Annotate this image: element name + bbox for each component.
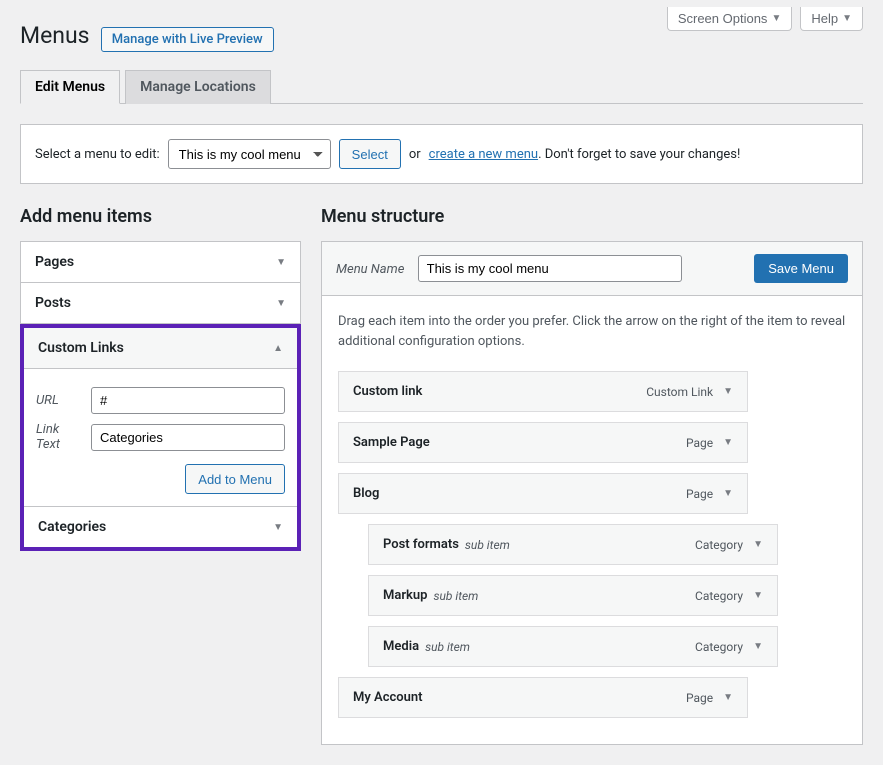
menu-name-label: Menu Name	[336, 262, 404, 277]
menu-item[interactable]: Blog Page ▼	[338, 473, 748, 514]
chevron-down-icon[interactable]: ▼	[753, 590, 763, 601]
screen-options-button[interactable]: Screen Options ▼	[667, 7, 793, 31]
tab-manage-locations[interactable]: Manage Locations	[125, 70, 271, 104]
accordion-posts[interactable]: Posts ▼	[20, 283, 301, 324]
menu-item-title: Markup	[383, 588, 427, 603]
menu-settings-header: Menu Name Save Menu	[321, 241, 863, 295]
add-to-menu-button[interactable]: Add to Menu	[185, 464, 285, 494]
help-label: Help	[811, 11, 838, 26]
url-input[interactable]	[91, 387, 285, 414]
chevron-down-icon: ▼	[842, 13, 852, 24]
accordion-categories[interactable]: Categories ▼	[24, 507, 297, 547]
accordion-pages-label: Pages	[35, 254, 74, 270]
screen-options-label: Screen Options	[678, 11, 768, 26]
menu-select[interactable]: This is my cool menu	[168, 139, 331, 169]
menu-item-sub-label: sub item	[425, 640, 470, 654]
menu-item-title: Blog	[353, 486, 379, 501]
tail-text: . Don't forget to save your changes!	[538, 147, 740, 162]
accordion-pages[interactable]: Pages ▼	[20, 241, 301, 283]
menu-item-type: Category	[695, 538, 743, 552]
url-label: URL	[36, 393, 81, 408]
save-menu-button[interactable]: Save Menu	[754, 254, 848, 283]
menu-item-type: Category	[695, 640, 743, 654]
menu-item-title: Post formats	[383, 537, 459, 552]
chevron-down-icon[interactable]: ▼	[723, 386, 733, 397]
menu-item-title: Sample Page	[353, 435, 430, 450]
chevron-down-icon[interactable]: ▼	[723, 488, 733, 499]
menu-item[interactable]: Media sub item Category ▼	[368, 626, 778, 667]
menu-item-type: Custom Link	[646, 385, 713, 399]
menu-structure-heading: Menu structure	[321, 206, 863, 227]
chevron-down-icon: ▼	[276, 257, 286, 268]
accordion-custom-links: Custom Links ▲ URL Link Text	[24, 328, 297, 507]
chevron-down-icon[interactable]: ▼	[723, 692, 733, 703]
menu-item-type: Page	[686, 487, 713, 501]
menu-item[interactable]: Markup sub item Category ▼	[368, 575, 778, 616]
chevron-down-icon[interactable]: ▼	[753, 641, 763, 652]
chevron-down-icon[interactable]: ▼	[753, 539, 763, 550]
link-text-input[interactable]	[91, 424, 285, 451]
menu-item[interactable]: Post formats sub item Category ▼	[368, 524, 778, 565]
accordion-categories-label: Categories	[38, 519, 106, 535]
menu-item-title: Custom link	[353, 384, 422, 399]
menu-item-title: My Account	[353, 690, 423, 705]
chevron-down-icon: ▼	[273, 522, 283, 533]
or-text: or	[409, 147, 421, 162]
add-menu-items-heading: Add menu items	[20, 206, 301, 227]
menu-name-input[interactable]	[418, 255, 682, 282]
help-text: Drag each item into the order you prefer…	[338, 312, 846, 351]
highlight-box: Custom Links ▲ URL Link Text	[20, 324, 301, 551]
chevron-down-icon[interactable]: ▼	[723, 437, 733, 448]
tab-edit-menus[interactable]: Edit Menus	[20, 70, 120, 104]
menu-item[interactable]: Custom link Custom Link ▼	[338, 371, 748, 412]
menu-item-type: Category	[695, 589, 743, 603]
help-button[interactable]: Help ▼	[800, 7, 863, 31]
chevron-down-icon: ▼	[276, 298, 286, 309]
menu-items-list: Custom linkCustom Link▼Sample PagePage▼B…	[338, 371, 846, 718]
menu-item-type: Page	[686, 436, 713, 450]
tabs: Edit Menus Manage Locations	[20, 70, 863, 104]
accordion-posts-label: Posts	[35, 295, 71, 311]
select-button[interactable]: Select	[339, 139, 401, 169]
menu-frame: Drag each item into the order you prefer…	[321, 295, 863, 745]
menu-item-sub-label: sub item	[433, 589, 478, 603]
page-title: Menus	[20, 0, 90, 49]
menu-item[interactable]: Sample Page Page ▼	[338, 422, 748, 463]
chevron-up-icon: ▲	[273, 343, 283, 354]
manage-live-preview-button[interactable]: Manage with Live Preview	[101, 27, 274, 52]
link-text-label: Link Text	[36, 422, 81, 452]
create-new-menu-link[interactable]: create a new menu	[429, 147, 538, 162]
accordion-custom-links-label: Custom Links	[38, 340, 124, 356]
menu-select-bar: Select a menu to edit: This is my cool m…	[20, 124, 863, 184]
menu-item-type: Page	[686, 691, 713, 705]
accordion-custom-links-header[interactable]: Custom Links ▲	[24, 328, 297, 368]
select-menu-label: Select a menu to edit:	[35, 147, 160, 162]
menu-item-title: Media	[383, 639, 419, 654]
chevron-down-icon: ▼	[771, 13, 781, 24]
menu-item[interactable]: My Account Page ▼	[338, 677, 748, 718]
menu-item-sub-label: sub item	[465, 538, 510, 552]
